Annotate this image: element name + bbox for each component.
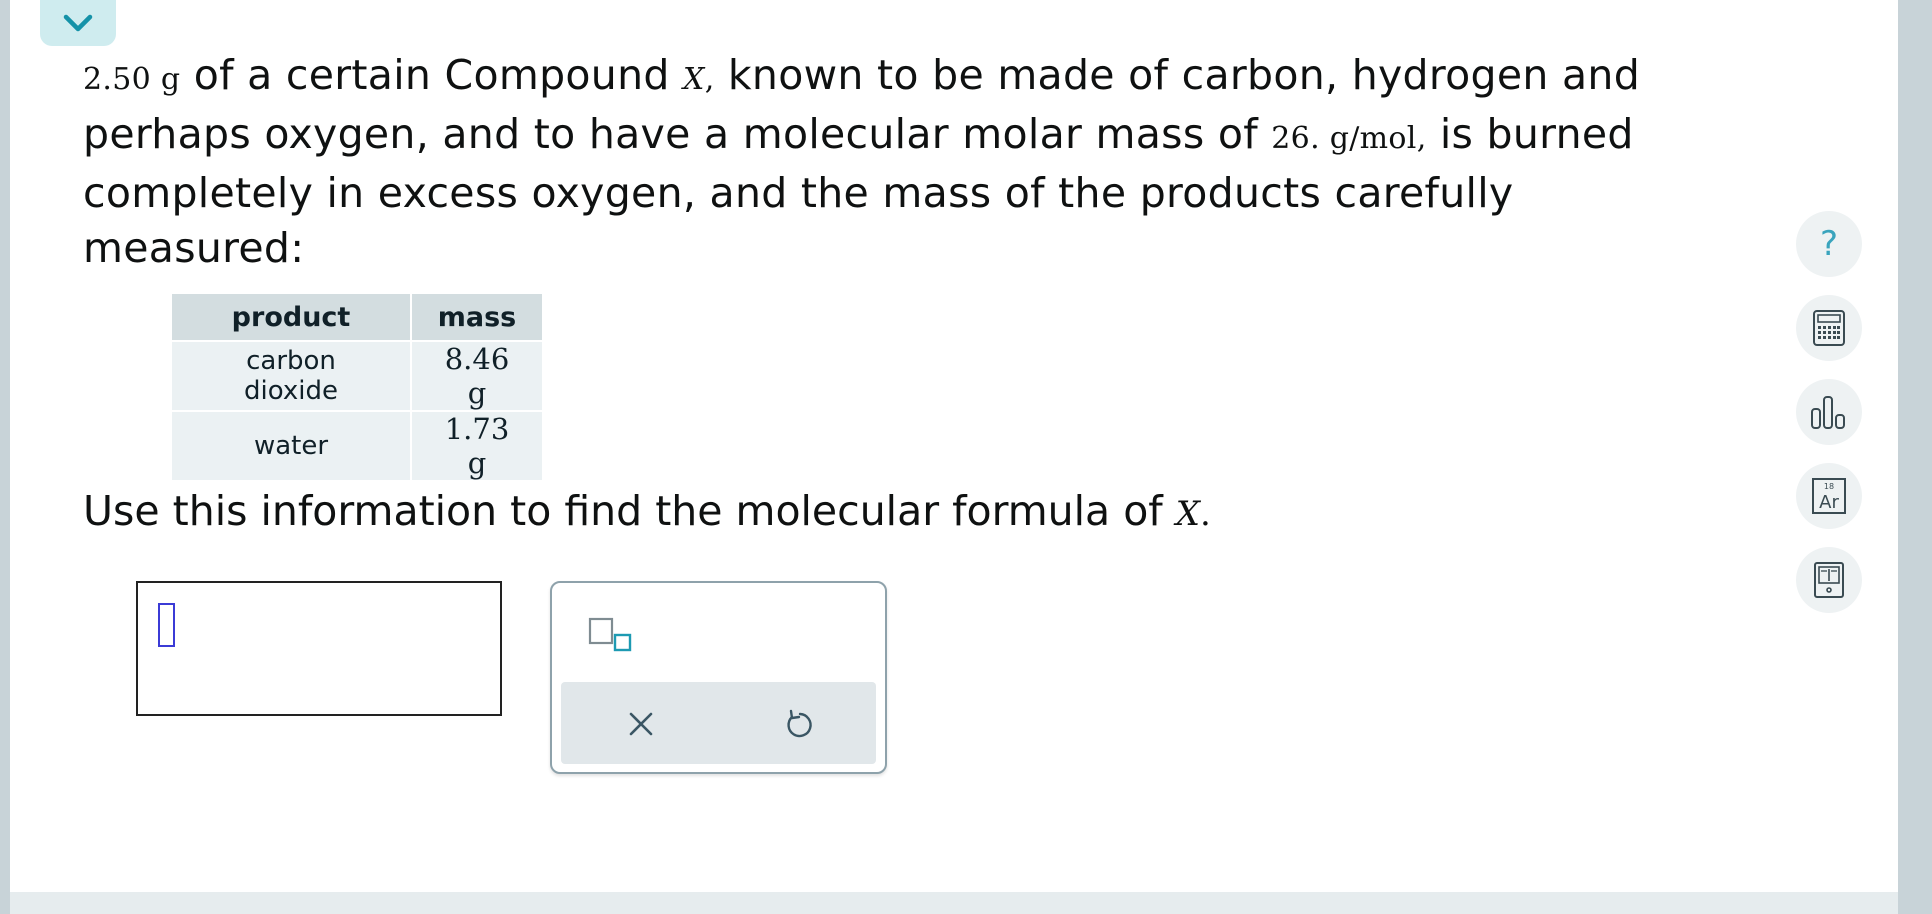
calculator-icon (1813, 310, 1845, 346)
product-name-cell: carbon dioxide (172, 342, 410, 410)
periodic-table-icon: 18 Ar (1812, 478, 1846, 514)
column-header-mass: mass (412, 294, 542, 340)
formula-tools-panel (550, 581, 887, 774)
molar-mass: 26. g/mol, (1271, 121, 1427, 156)
table-header-row: product mass (172, 294, 542, 340)
instruction-text: Use this information to find the molecul… (83, 487, 1211, 535)
periodic-table-button[interactable]: 18 Ar (1796, 463, 1862, 529)
data-chart-button[interactable] (1796, 379, 1862, 445)
reference-book-icon (1814, 562, 1844, 598)
product-name-cell: water (172, 412, 410, 480)
table-row: water 1.73 g (172, 412, 542, 480)
tool-actions-bar (561, 682, 876, 764)
bar-chart-icon (1811, 396, 1845, 429)
svg-text:18: 18 (1824, 482, 1834, 491)
chevron-down-icon (63, 14, 93, 32)
help-icon: ? (1819, 224, 1839, 264)
product-mass-cell: 1.73 g (412, 412, 542, 480)
calculator-button[interactable] (1796, 295, 1862, 361)
products-table: product mass carbon dioxide 8.46 g water… (170, 292, 544, 482)
bottom-bar (10, 892, 1898, 914)
clear-button[interactable] (615, 698, 667, 750)
table-row: carbon dioxide 8.46 g (172, 342, 542, 410)
undo-button[interactable] (773, 698, 825, 750)
question-text: 2.50 g of a certain Compound X, known to… (83, 48, 1683, 276)
undo-icon (787, 709, 812, 738)
compound-symbol: X. (1175, 494, 1211, 534)
close-icon (629, 712, 653, 736)
subscript-template-icon (588, 617, 632, 652)
formula-answer-input[interactable] (136, 581, 502, 716)
compound-symbol: X, (683, 62, 715, 97)
reference-button[interactable] (1796, 547, 1862, 613)
worksheet-page: 2.50 g of a certain Compound X, known to… (10, 0, 1898, 892)
subscript-button[interactable] (586, 613, 634, 661)
help-button[interactable]: ? (1796, 211, 1862, 277)
collapse-toggle[interactable] (40, 0, 116, 46)
product-mass-cell: 8.46 g (412, 342, 542, 410)
input-cursor-placeholder (158, 603, 175, 647)
svg-text:Ar: Ar (1819, 492, 1839, 513)
sample-mass: 2.50 g (83, 62, 181, 97)
question-text-part-1: of a certain Compound (180, 51, 684, 99)
column-header-product: product (172, 294, 410, 340)
